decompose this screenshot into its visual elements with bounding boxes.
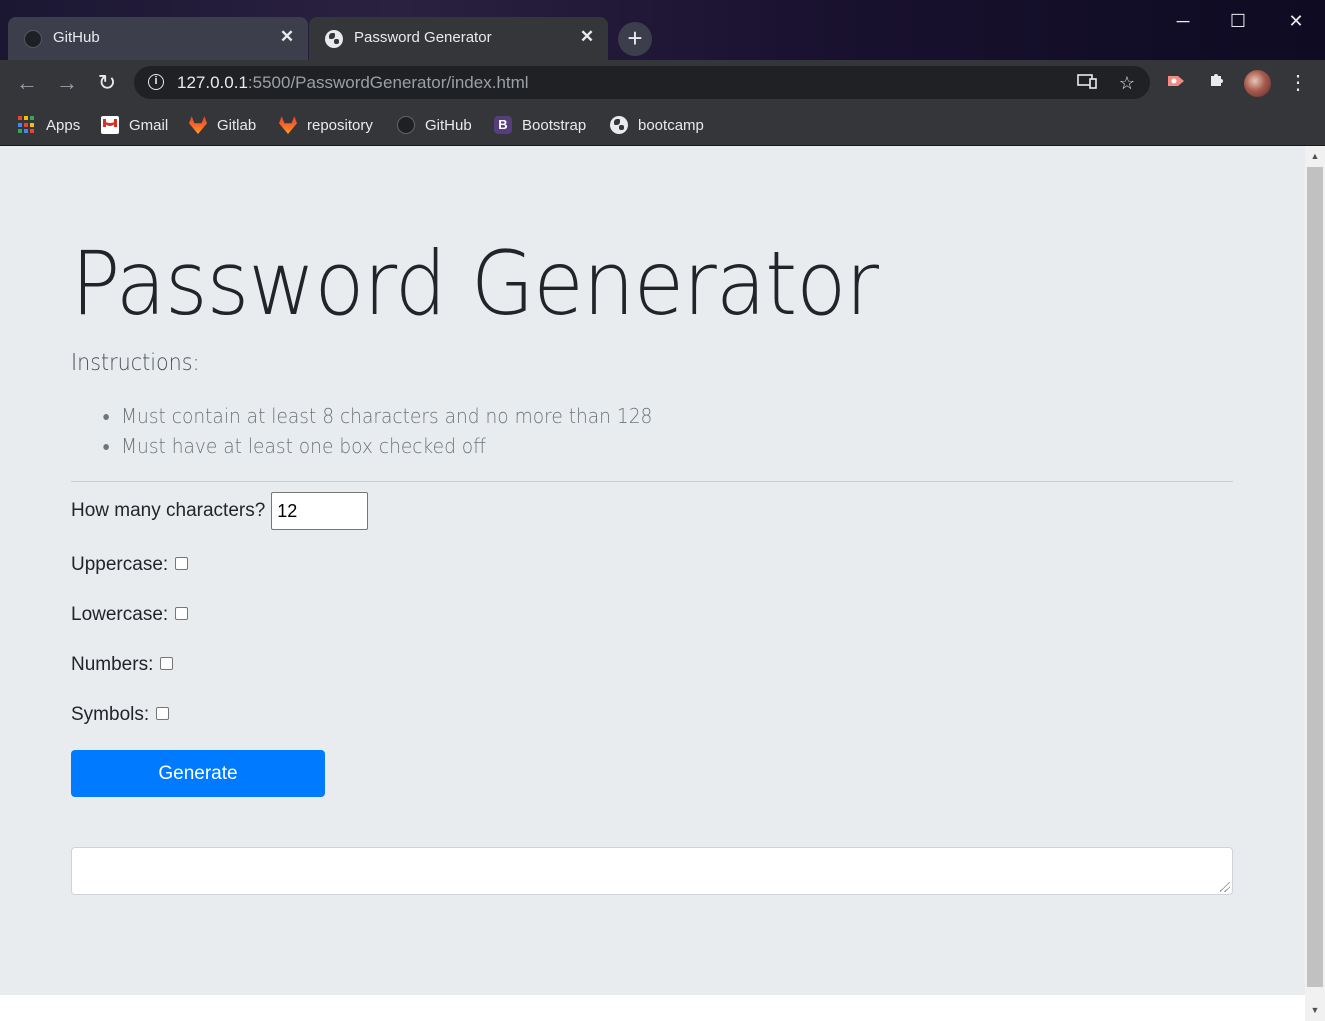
scroll-down-arrow-icon[interactable]: ▼ [1305, 1002, 1325, 1018]
tab-close-icon[interactable]: ✕ [278, 27, 296, 47]
bookmark-gitlab[interactable]: Gitlab [189, 114, 256, 136]
bookmark-label: repository [307, 116, 373, 134]
browser-titlebar: GitHub ✕ Password Generator ✕ + ─ ☐ ✕ [0, 0, 1325, 60]
length-label: How many characters? [71, 500, 266, 521]
gitlab-icon [189, 116, 207, 134]
github-icon [24, 30, 42, 48]
bookmark-label: GitHub [425, 116, 472, 134]
gitlab-icon [279, 116, 297, 134]
tab-title: GitHub [53, 29, 100, 46]
url-text[interactable]: 127.0.0.1:5500/PasswordGenerator/index.h… [177, 73, 529, 93]
password-output-textarea[interactable] [71, 847, 1233, 895]
globe-icon [325, 30, 343, 48]
vertical-scrollbar[interactable]: ▲ ▼ [1305, 146, 1325, 1021]
length-input[interactable] [271, 492, 369, 530]
resize-grip-icon[interactable] [1220, 882, 1230, 892]
tab-close-icon[interactable]: ✕ [578, 27, 596, 47]
close-window-button[interactable]: ✕ [1273, 6, 1319, 36]
scrollbar-thumb[interactable] [1307, 167, 1323, 987]
instruction-item: Must have at least one box checked off [121, 431, 652, 461]
lowercase-row: Lowercase: [71, 604, 189, 626]
bookmark-gmail[interactable]: Gmail [101, 114, 168, 136]
symbols-row: Symbols: [71, 704, 170, 726]
tab-title: Password Generator [354, 29, 492, 46]
bookmark-github[interactable]: GitHub [397, 114, 472, 136]
maximize-button[interactable]: ☐ [1215, 6, 1261, 36]
instructions-list: Must contain at least 8 characters and n… [71, 401, 692, 461]
back-button[interactable]: ← [12, 68, 42, 98]
bookmark-apps[interactable]: Apps [18, 114, 80, 136]
length-row: How many characters? [71, 492, 369, 530]
page-title: Password Generator [71, 232, 879, 335]
site-info-icon[interactable]: i [148, 74, 164, 90]
bookmarks-bar: Apps Gmail Gitlab repository GitHub B Bo… [0, 105, 1325, 146]
cast-icon[interactable] [1074, 70, 1100, 96]
symbols-checkbox[interactable] [156, 706, 170, 720]
numbers-label: Numbers: [71, 654, 154, 675]
bookmark-label: Gmail [129, 116, 169, 134]
instructions-heading: Instructions: [71, 350, 200, 376]
screen-recorder-extension-icon[interactable] [1162, 68, 1192, 98]
numbers-row: Numbers: [71, 654, 174, 676]
bookmark-bootcamp[interactable]: bootcamp [610, 114, 704, 136]
url-path: :5500/PasswordGenerator/index.html [247, 73, 529, 92]
reload-button[interactable]: ↻ [92, 68, 122, 98]
bookmark-label: Bootstrap [522, 116, 587, 134]
tab-github[interactable]: GitHub ✕ [8, 17, 308, 60]
scroll-up-arrow-icon[interactable]: ▲ [1305, 148, 1325, 164]
new-tab-button[interactable]: + [618, 22, 652, 56]
address-bar[interactable]: i 127.0.0.1:5500/PasswordGenerator/index… [134, 66, 1150, 99]
generate-button[interactable]: Generate [71, 750, 325, 797]
symbols-label: Symbols: [71, 704, 150, 725]
page-bottom-strip [0, 995, 1305, 1021]
apps-grid-icon [18, 116, 36, 134]
bookmark-label: bootcamp [638, 116, 704, 134]
lowercase-label: Lowercase: [71, 604, 169, 625]
browser-toolbar: ← → ↻ i 127.0.0.1:5500/PasswordGenerator… [0, 60, 1325, 105]
bookmark-label: Apps [46, 116, 81, 134]
extensions-puzzle-icon[interactable] [1202, 68, 1232, 98]
lowercase-checkbox[interactable] [175, 606, 189, 620]
github-icon [397, 116, 415, 134]
uppercase-checkbox[interactable] [175, 556, 189, 570]
bootstrap-icon: B [494, 116, 512, 134]
bookmark-repository[interactable]: repository [279, 114, 373, 136]
bookmark-label: Gitlab [217, 116, 257, 134]
instruction-item: Must contain at least 8 characters and n… [121, 401, 652, 431]
gmail-icon [101, 116, 119, 134]
profile-avatar[interactable] [1244, 70, 1271, 97]
uppercase-row: Uppercase: [71, 554, 189, 576]
bookmark-star-icon[interactable]: ☆ [1114, 70, 1140, 96]
numbers-checkbox[interactable] [160, 656, 174, 670]
forward-button[interactable]: → [52, 68, 82, 98]
browser-menu-icon[interactable]: ⋮ [1283, 68, 1313, 98]
globe-icon [610, 116, 628, 134]
uppercase-label: Uppercase: [71, 554, 169, 575]
tab-password-generator[interactable]: Password Generator ✕ [309, 17, 608, 60]
bookmark-bootstrap[interactable]: B Bootstrap [494, 114, 586, 136]
page-viewport: Password Generator Instructions: Must co… [0, 146, 1305, 995]
url-host: 127.0.0.1 [177, 73, 248, 92]
divider [71, 481, 1233, 482]
minimize-button[interactable]: ─ [1160, 6, 1206, 36]
